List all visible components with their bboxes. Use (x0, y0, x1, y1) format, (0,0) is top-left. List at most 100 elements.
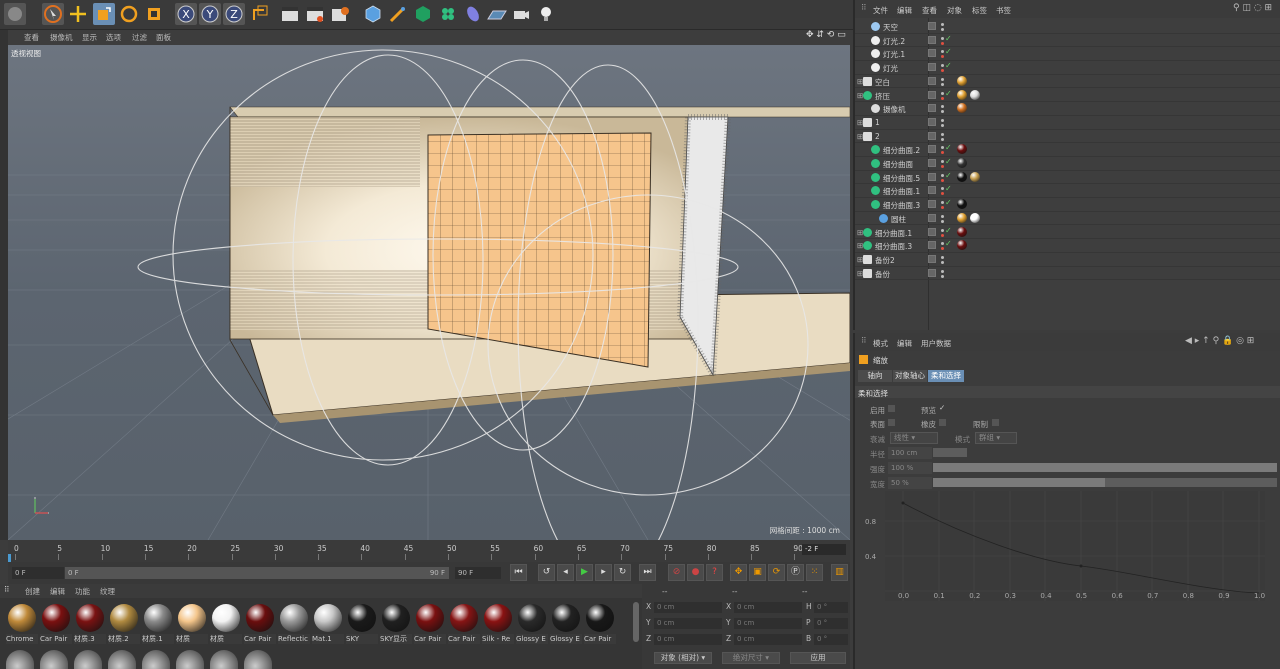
width-slider-track[interactable] (933, 478, 1277, 487)
enabled-check-icon[interactable]: ✓ (945, 226, 952, 235)
enabled-check-icon[interactable]: ✓ (945, 143, 952, 152)
render-settings-icon[interactable] (329, 3, 351, 25)
object-row[interactable]: 灯光.1 ✓ (855, 47, 1280, 62)
light-bulb-icon[interactable] (535, 3, 557, 25)
render-visibility-dot[interactable] (941, 41, 944, 45)
material-tag-icon[interactable] (957, 226, 967, 237)
falloff-curve-graph[interactable] (885, 491, 1265, 601)
cloner-icon[interactable] (437, 3, 459, 25)
scale-tool-icon[interactable] (93, 3, 115, 25)
coord-rotation-field[interactable]: 0 ° (814, 634, 848, 645)
frame-range-slider[interactable]: 0 F 90 F (65, 567, 449, 579)
render-visibility-dot[interactable] (941, 274, 944, 278)
material-swatch[interactable]: Silk - Re (482, 602, 514, 644)
render-visibility-dot[interactable] (941, 137, 944, 141)
left-mode-strip[interactable] (0, 30, 8, 540)
am-menu-edit[interactable]: 编辑 (897, 338, 912, 349)
material-tag-icon[interactable] (957, 171, 967, 182)
object-name[interactable]: 挤压 (875, 91, 890, 102)
material-swatch-row2[interactable] (176, 650, 204, 669)
undo-icon[interactable] (4, 3, 26, 25)
width-field[interactable]: 50 % (888, 477, 932, 489)
restrict-checkbox[interactable] (992, 419, 999, 426)
key-position-icon[interactable]: ✥ (730, 564, 747, 581)
live-select-icon[interactable] (143, 3, 165, 25)
coordinate-system-icon[interactable] (249, 3, 271, 25)
layer-visibility-box[interactable] (928, 213, 936, 222)
material-swatch[interactable]: 材质.2 (108, 602, 140, 644)
material-tag-icon[interactable] (957, 240, 967, 251)
preview-checkbox[interactable]: ✓ (939, 403, 945, 412)
material-swatch[interactable]: 材质 (176, 602, 208, 644)
material-grip-icon[interactable]: ⠿ (4, 585, 10, 594)
material-tag-icon[interactable] (957, 212, 967, 223)
editor-visibility-dot[interactable] (941, 118, 944, 122)
layer-visibility-box[interactable] (928, 241, 936, 250)
enabled-check-icon[interactable]: ✓ (945, 239, 952, 248)
object-row[interactable]: ⊞ 细分曲面.1 ✓ (855, 226, 1280, 240)
object-name[interactable]: 天空 (883, 22, 898, 33)
coord-size-field[interactable]: 0 cm (734, 602, 802, 613)
render-visibility-dot[interactable] (941, 219, 944, 223)
editor-visibility-dot[interactable] (941, 50, 944, 54)
coord-position-field[interactable]: 0 cm (654, 634, 722, 645)
layer-visibility-box[interactable] (928, 49, 936, 58)
layer-visibility-box[interactable] (928, 268, 936, 277)
material-tag-icon[interactable] (957, 144, 967, 155)
strength-field[interactable]: 100 % (888, 462, 932, 474)
render-visibility-dot[interactable] (941, 110, 944, 114)
editor-visibility-dot[interactable] (941, 105, 944, 109)
material-menu-texture[interactable]: 纹理 (100, 586, 115, 597)
object-name[interactable]: 灯光 (883, 63, 898, 74)
editor-visibility-dot[interactable] (941, 23, 944, 26)
next-frame-icon[interactable]: ▸ (595, 564, 612, 581)
object-name[interactable]: 细分曲面.1 (883, 186, 920, 197)
object-name[interactable]: 2 (875, 132, 880, 141)
goto-start-icon[interactable]: ⏮ (510, 564, 527, 581)
coord-size-field[interactable]: 0 cm (734, 618, 802, 629)
editor-visibility-dot[interactable] (941, 91, 944, 95)
object-name[interactable]: 圆柱 (891, 214, 906, 225)
tab-soft-selection[interactable]: 柔和选择 (928, 370, 964, 382)
layer-visibility-box[interactable] (928, 200, 936, 209)
object-row[interactable]: 圆柱 (855, 212, 1280, 226)
layer-visibility-box[interactable] (928, 22, 936, 30)
key-scale-icon[interactable]: ▣ (749, 564, 766, 581)
key-parameter-icon[interactable]: Ⓟ (787, 564, 804, 581)
render-visibility-dot[interactable] (941, 96, 944, 100)
layer-visibility-box[interactable] (928, 117, 936, 126)
material-swatch[interactable]: Car Pair (448, 602, 480, 644)
om-menu-edit[interactable]: 编辑 (897, 5, 912, 16)
render-visibility-dot[interactable] (941, 206, 944, 210)
layer-visibility-box[interactable] (928, 76, 936, 85)
editor-visibility-dot[interactable] (941, 242, 944, 246)
om-menu-object[interactable]: 对象 (947, 5, 962, 16)
object-name[interactable]: 细分曲面.3 (875, 241, 912, 252)
coord-mode-dropdown[interactable]: 对象 (相对) ▾ (654, 652, 712, 664)
coord-size-dropdown[interactable]: 绝对尺寸 ▾ (722, 652, 780, 664)
subdivision-icon[interactable] (412, 3, 434, 25)
object-row[interactable]: ⊞ 备份2 (855, 253, 1280, 267)
material-tag-icon[interactable] (957, 89, 967, 100)
object-row[interactable]: 细分曲面.1 ✓ (855, 184, 1280, 199)
timeline-playhead[interactable] (8, 554, 11, 562)
layer-visibility-box[interactable] (928, 254, 936, 263)
object-row[interactable]: 摄像机 (855, 102, 1280, 116)
end-frame-field[interactable]: 90 F (455, 567, 501, 579)
timeline-window-icon[interactable]: ▥ (831, 564, 848, 581)
material-tag-icon[interactable] (970, 89, 980, 100)
material-menu-edit[interactable]: 编辑 (50, 586, 65, 597)
layer-visibility-box[interactable] (928, 172, 936, 181)
material-tag-icon[interactable] (957, 199, 967, 210)
radius-field[interactable]: 100 cm (888, 447, 932, 459)
next-key-icon[interactable]: ↻ (614, 564, 631, 581)
object-name[interactable]: 备份2 (875, 255, 895, 266)
object-name[interactable]: 细分曲面.5 (883, 173, 920, 184)
render-visibility-dot[interactable] (941, 165, 944, 168)
editor-visibility-dot[interactable] (941, 64, 944, 68)
object-row[interactable]: ⊞ 1 (855, 116, 1280, 130)
object-name[interactable]: 灯光.2 (883, 36, 905, 47)
am-nav-icons[interactable]: ◀ ▸ ↑ ⚲ 🔒 ◎ ⊞ (1185, 336, 1254, 346)
tab-object-axis[interactable]: 对象轴心 (893, 370, 927, 382)
timeline-ruler[interactable]: 0 5 10 15 20 25 30 35 40 45 50 55 60 65 70 75 80 85 90 -2 F (8, 540, 850, 562)
